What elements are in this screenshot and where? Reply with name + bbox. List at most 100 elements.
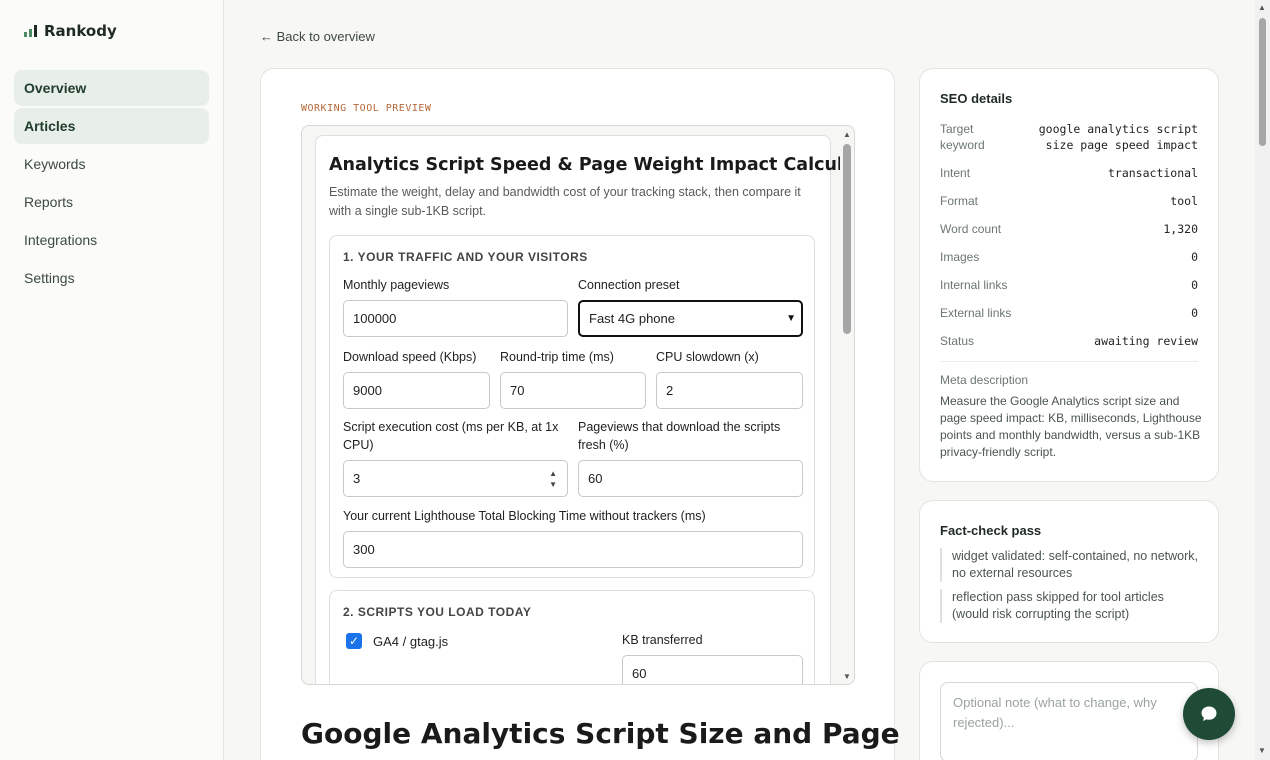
fact-check-item: reflection pass skipped for tool article… (940, 589, 1200, 623)
rtt-label: Round-trip time (ms) (500, 350, 614, 364)
script-exec-label: Script execution cost (ms per KB, at 1x … (343, 420, 559, 452)
rtt-field: Round-trip time (ms) 70 (500, 348, 646, 409)
tool-preview-frame[interactable]: Analytics Script Speed & Page Weight Imp… (301, 125, 855, 685)
sidebar: Rankody Overview Articles Keywords Repor… (0, 0, 224, 760)
scroll-up-icon[interactable]: ▲ (1258, 3, 1266, 12)
chat-button[interactable] (1183, 688, 1235, 740)
seo-key: Internal links (940, 278, 1008, 292)
seo-key: Status (940, 334, 975, 348)
divider (940, 361, 1198, 362)
seo-value: google analytics script size page speed … (1038, 122, 1198, 152)
fresh-pct-label: Pageviews that download the scripts fres… (578, 420, 781, 452)
seo-value: 1,320 (1163, 222, 1198, 236)
monthly-pageviews-input[interactable]: 100000 (343, 300, 568, 337)
number-stepper-icon[interactable]: ▲ ▼ (549, 468, 557, 490)
seo-key: Target keyword (940, 122, 985, 152)
seo-value: transactional (1107, 166, 1198, 180)
review-note-textarea[interactable]: Optional note (what to change, why rejec… (940, 682, 1198, 760)
seo-row-status: Status awaiting review (940, 333, 1198, 349)
calculator-card: Analytics Script Speed & Page Weight Imp… (315, 135, 854, 684)
tbt-field: Your current Lighthouse Total Blocking T… (343, 507, 803, 568)
seo-row-external-links: External links 0 (940, 305, 1198, 321)
fresh-pct-input[interactable]: 60 (578, 460, 803, 497)
chat-bubble-icon (1201, 706, 1217, 721)
cpu-slowdown-label: CPU slowdown (x) (656, 350, 759, 364)
meta-description-text: Measure the Google Analytics script size… (940, 394, 1202, 459)
scroll-down-icon[interactable]: ▼ (843, 672, 851, 681)
brand-name: Rankody (44, 22, 117, 40)
script-exec-input[interactable]: 3 ▲ ▼ (343, 460, 568, 497)
seo-key: External links (940, 306, 1012, 320)
chevron-down-icon: ▼ (786, 313, 796, 324)
sidebar-item-integrations[interactable]: Integrations (14, 222, 209, 258)
download-speed-input[interactable]: 9000 (343, 372, 490, 409)
scroll-down-icon[interactable]: ▼ (1258, 746, 1266, 755)
article-preview-card: WORKING TOOL PREVIEW Analytics Script Sp… (260, 68, 900, 760)
scroll-up-icon[interactable]: ▲ (843, 130, 851, 139)
ga4-kb-field: KB transferred 60 (622, 631, 803, 684)
page-scroll-thumb[interactable] (1259, 18, 1266, 146)
fact-check-panel: Fact-check pass widget validated: self-c… (919, 500, 1219, 643)
seo-details-panel: SEO details Target keyword google analyt… (919, 68, 1219, 482)
seo-key: Format (940, 194, 979, 208)
ga4-kb-label: KB transferred (622, 633, 703, 647)
monthly-pageviews-field: Monthly pageviews 100000 (343, 276, 568, 337)
ga4-kb-input[interactable]: 60 (622, 655, 803, 684)
connection-preset-field: Connection preset Fast 4G phone ▼ (578, 276, 803, 337)
seo-key: Word count (940, 222, 1002, 236)
traffic-section-title: 1. YOUR TRAFFIC AND YOUR VISITORS (343, 250, 588, 264)
calculator-description: Estimate the weight, delay and bandwidth… (329, 185, 801, 218)
seo-row-intent: Intent transactional (940, 165, 1198, 181)
brand[interactable]: Rankody (24, 22, 117, 40)
seo-key: Intent (940, 166, 971, 180)
monthly-pageviews-label: Monthly pageviews (343, 278, 450, 292)
sidebar-item-settings[interactable]: Settings (14, 260, 209, 296)
scripts-section: 2. SCRIPTS YOU LOAD TODAY ✓ GA4 / gtag.j… (329, 590, 815, 684)
review-note-panel: Optional note (what to change, why rejec… (919, 661, 1219, 760)
meta-description-label: Meta description (940, 373, 1029, 387)
seo-row-images: Images 0 (940, 249, 1198, 265)
tbt-input[interactable]: 300 (343, 531, 803, 568)
seo-value: awaiting review (1094, 334, 1198, 348)
connection-preset-select[interactable]: Fast 4G phone ▼ (578, 300, 803, 337)
cpu-slowdown-field: CPU slowdown (x) 2 (656, 348, 803, 409)
rtt-input[interactable]: 70 (500, 372, 646, 409)
seo-details-title: SEO details (940, 91, 1013, 106)
sidebar-item-keywords[interactable]: Keywords (14, 146, 209, 182)
traffic-section: 1. YOUR TRAFFIC AND YOUR VISITORS Monthl… (329, 235, 815, 578)
tool-preview-eyebrow: WORKING TOOL PREVIEW (301, 103, 432, 114)
bar-chart-logo-icon (24, 25, 37, 37)
sidebar-item-articles[interactable]: Articles (14, 108, 209, 144)
seo-row-target-keyword: Target keyword google analytics script s… (940, 121, 1198, 153)
ga4-checkbox[interactable]: ✓ (346, 633, 362, 649)
sidebar-item-overview[interactable]: Overview (14, 70, 209, 106)
seo-row-format: Format tool (940, 193, 1198, 209)
script-exec-value: 3 (353, 471, 361, 486)
sidebar-nav: Overview Articles Keywords Reports Integ… (14, 70, 209, 298)
seo-value: 0 (1191, 306, 1198, 320)
seo-key: Images (940, 250, 980, 264)
script-row-ga4: ✓ GA4 / gtag.js (346, 633, 448, 649)
fact-check-title: Fact-check pass (940, 523, 1042, 538)
seo-value: 0 (1191, 250, 1198, 264)
preview-scrollbar[interactable]: ▲ ▼ (840, 126, 854, 684)
seo-value: tool (1170, 194, 1198, 208)
page-scrollbar[interactable]: ▲ ▼ (1255, 0, 1270, 760)
download-speed-field: Download speed (Kbps) 9000 (343, 348, 490, 409)
seo-value: 0 (1191, 278, 1198, 292)
preview-scroll-thumb[interactable] (843, 144, 851, 334)
seo-row-word-count: Word count 1,320 (940, 221, 1198, 237)
fact-check-item: widget validated: self-contained, no net… (940, 548, 1200, 582)
scripts-section-title: 2. SCRIPTS YOU LOAD TODAY (343, 605, 532, 619)
connection-preset-label: Connection preset (578, 278, 680, 292)
tbt-label: Your current Lighthouse Total Blocking T… (343, 509, 706, 523)
download-speed-label: Download speed (Kbps) (343, 350, 477, 364)
seo-row-internal-links: Internal links 0 (940, 277, 1198, 293)
article-title: Google Analytics Script Size and Page (301, 717, 900, 750)
sidebar-item-reports[interactable]: Reports (14, 184, 209, 220)
cpu-slowdown-input[interactable]: 2 (656, 372, 803, 409)
script-exec-field: Script execution cost (ms per KB, at 1x … (343, 418, 568, 497)
calculator-title: Analytics Script Speed & Page Weight Imp… (329, 155, 855, 175)
fresh-pct-field: Pageviews that download the scripts fres… (578, 418, 803, 497)
back-to-overview-link[interactable]: ← Back to overview (260, 29, 375, 44)
